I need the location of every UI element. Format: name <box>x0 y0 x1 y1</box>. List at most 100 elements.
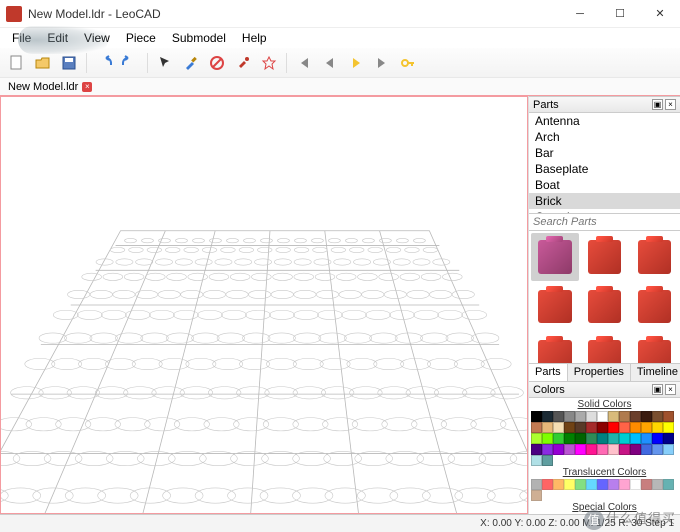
part-thumbnail[interactable] <box>630 332 678 363</box>
color-swatch[interactable] <box>564 444 575 455</box>
tab-timeline[interactable]: Timeline <box>631 364 680 381</box>
tab-parts[interactable]: Parts <box>529 364 568 381</box>
color-swatch[interactable] <box>619 422 630 433</box>
color-swatch[interactable] <box>597 422 608 433</box>
brush-tool[interactable] <box>180 52 202 74</box>
part-thumbnail[interactable] <box>531 332 579 363</box>
color-swatch[interactable] <box>575 411 586 422</box>
undo-button[interactable] <box>93 52 115 74</box>
color-swatch[interactable] <box>608 444 619 455</box>
color-swatch[interactable] <box>630 411 641 422</box>
panel-close-button[interactable]: × <box>665 99 676 110</box>
prev-step-button[interactable] <box>319 52 341 74</box>
color-swatch[interactable] <box>619 433 630 444</box>
color-swatch[interactable] <box>608 433 619 444</box>
menu-help[interactable]: Help <box>234 29 275 47</box>
last-step-button[interactable] <box>371 52 393 74</box>
color-swatch[interactable] <box>553 444 564 455</box>
save-button[interactable] <box>58 52 80 74</box>
color-swatch[interactable] <box>586 411 597 422</box>
color-swatch[interactable] <box>586 433 597 444</box>
colors-float-button[interactable]: ▣ <box>652 384 663 395</box>
color-swatch[interactable] <box>553 422 564 433</box>
color-swatch[interactable] <box>542 455 553 466</box>
color-swatch[interactable] <box>652 422 663 433</box>
color-swatch[interactable] <box>641 411 652 422</box>
color-swatch[interactable] <box>531 455 542 466</box>
part-thumbnail[interactable] <box>581 332 629 363</box>
delete-tool[interactable] <box>206 52 228 74</box>
color-swatch[interactable] <box>564 422 575 433</box>
next-step-button[interactable] <box>345 52 367 74</box>
redo-button[interactable] <box>119 52 141 74</box>
color-swatch[interactable] <box>586 479 597 490</box>
color-swatch[interactable] <box>531 411 542 422</box>
color-swatch[interactable] <box>542 422 553 433</box>
color-swatch[interactable] <box>619 444 630 455</box>
color-swatch[interactable] <box>542 444 553 455</box>
category-boat[interactable]: Boat <box>529 177 680 193</box>
category-arch[interactable]: Arch <box>529 129 680 145</box>
color-swatch[interactable] <box>652 444 663 455</box>
key-button[interactable] <box>397 52 419 74</box>
menu-view[interactable]: View <box>76 29 118 47</box>
color-swatch[interactable] <box>619 479 630 490</box>
color-swatch[interactable] <box>575 479 586 490</box>
open-button[interactable] <box>32 52 54 74</box>
search-parts-input[interactable] <box>529 214 680 230</box>
color-swatch[interactable] <box>575 444 586 455</box>
select-tool[interactable] <box>154 52 176 74</box>
first-step-button[interactable] <box>293 52 315 74</box>
menu-file[interactable]: File <box>4 29 39 47</box>
tab-properties[interactable]: Properties <box>568 364 631 381</box>
color-swatch[interactable] <box>641 433 652 444</box>
color-swatch[interactable] <box>597 479 608 490</box>
document-tab-close[interactable]: × <box>82 82 92 92</box>
color-swatch[interactable] <box>663 422 674 433</box>
part-thumbnail[interactable] <box>581 283 629 331</box>
color-swatch[interactable] <box>641 479 652 490</box>
color-swatch[interactable] <box>630 479 641 490</box>
color-swatch[interactable] <box>597 433 608 444</box>
color-swatch[interactable] <box>531 479 542 490</box>
color-swatch[interactable] <box>553 411 564 422</box>
color-swatch[interactable] <box>652 479 663 490</box>
color-swatch[interactable] <box>531 433 542 444</box>
part-thumbnail[interactable] <box>581 233 629 281</box>
menu-piece[interactable]: Piece <box>118 29 164 47</box>
color-swatch[interactable] <box>652 433 663 444</box>
close-button[interactable]: ✕ <box>640 0 680 28</box>
color-swatch[interactable] <box>608 411 619 422</box>
viewport-3d[interactable] <box>0 96 528 514</box>
color-swatch[interactable] <box>564 479 575 490</box>
color-swatch[interactable] <box>553 479 564 490</box>
category-brick[interactable]: Brick <box>529 193 680 209</box>
color-swatch[interactable] <box>630 433 641 444</box>
color-swatch[interactable] <box>641 422 652 433</box>
part-thumbnail[interactable] <box>630 233 678 281</box>
color-swatch[interactable] <box>652 411 663 422</box>
color-swatch[interactable] <box>663 433 674 444</box>
category-list[interactable]: AntennaArchBarBaseplateBoatBrickContaine… <box>529 113 680 213</box>
color-swatch[interactable] <box>542 479 553 490</box>
menu-submodel[interactable]: Submodel <box>164 29 234 47</box>
color-swatch[interactable] <box>597 411 608 422</box>
color-swatch[interactable] <box>608 422 619 433</box>
color-swatch[interactable] <box>641 444 652 455</box>
color-swatch[interactable] <box>586 422 597 433</box>
document-tab[interactable]: New Model.ldr × <box>4 80 96 94</box>
color-swatch[interactable] <box>630 444 641 455</box>
color-swatch[interactable] <box>531 490 542 501</box>
color-swatch[interactable] <box>564 411 575 422</box>
category-baseplate[interactable]: Baseplate <box>529 161 680 177</box>
color-swatch[interactable] <box>564 433 575 444</box>
color-swatch[interactable] <box>531 444 542 455</box>
color-swatch[interactable] <box>553 433 564 444</box>
colors-close-button[interactable]: × <box>665 384 676 395</box>
parts-grid[interactable] <box>529 231 680 363</box>
category-antenna[interactable]: Antenna <box>529 113 680 129</box>
color-swatch[interactable] <box>619 411 630 422</box>
color-swatch[interactable] <box>663 479 674 490</box>
minimize-button[interactable]: ─ <box>560 0 600 28</box>
panel-float-button[interactable]: ▣ <box>652 99 663 110</box>
